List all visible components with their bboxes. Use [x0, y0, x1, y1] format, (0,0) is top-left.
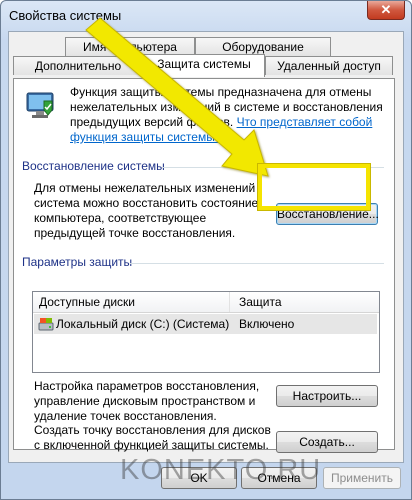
dialog-body: Имя компьютера Оборудование Дополнительн… — [8, 31, 404, 463]
create-description: Создать точку восстановления для дисков … — [34, 423, 271, 452]
title-bar[interactable]: Свойства системы ✕ — [1, 1, 411, 31]
restore-button-highlight — [258, 164, 370, 210]
close-button[interactable]: ✕ — [367, 1, 405, 20]
hard-drive-icon — [38, 318, 54, 331]
watermark: KONEKTO.RU — [120, 454, 322, 486]
drive-row[interactable]: Локальный диск (C:) (Система) Включено — [34, 314, 377, 334]
protection-group-label: Параметры защиты — [22, 255, 133, 269]
drives-list[interactable]: Доступные диски Защита Локальный диск (C… — [32, 291, 380, 373]
drive-name: Локальный диск (C:) (Система) — [56, 317, 230, 331]
system-protection-icon — [26, 92, 54, 118]
tab-advanced[interactable]: Дополнительно — [13, 56, 143, 75]
column-protection[interactable]: Защита — [239, 295, 282, 309]
drive-protection-status: Включено — [239, 317, 295, 331]
description: Функция защиты системы предназначена для… — [70, 85, 386, 145]
create-button[interactable]: Создать... — [276, 431, 378, 453]
restore-description: Для отмены нежелательных изменений систе… — [34, 181, 259, 240]
configure-description: Настройка параметров восстановления, упр… — [34, 379, 260, 423]
column-separator[interactable] — [229, 292, 230, 312]
tab-remote[interactable]: Удаленный доступ — [265, 56, 393, 75]
system-protection-panel: Функция защиты системы предназначена для… — [13, 78, 395, 453]
protection-group-divider — [130, 263, 384, 264]
system-properties-window: Свойства системы ✕ Имя компьютера Оборуд… — [0, 0, 412, 500]
configure-button[interactable]: Настроить... — [276, 385, 378, 407]
column-available-drives[interactable]: Доступные диски — [39, 295, 135, 309]
apply-button[interactable]: Применить — [323, 467, 401, 489]
restore-group-label: Восстановление системы — [22, 159, 165, 173]
window-title: Свойства системы — [9, 8, 122, 23]
drives-list-header: Доступные диски Защита — [33, 292, 379, 313]
tab-system-protection[interactable]: Защита системы — [143, 54, 265, 77]
